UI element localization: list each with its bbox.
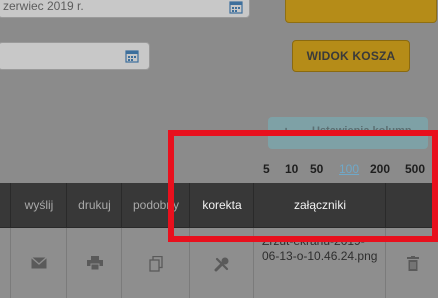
date-field-2[interactable] <box>0 42 150 70</box>
highlight-box <box>168 130 438 242</box>
trash-icon[interactable] <box>406 256 419 276</box>
yellow-action-button[interactable] <box>285 0 437 23</box>
envelope-icon[interactable] <box>31 256 47 274</box>
trash-view-button[interactable]: WIDOK KOSZA <box>292 40 410 72</box>
header-send[interactable]: wyślij <box>10 183 67 227</box>
row-cell-send <box>10 228 67 298</box>
calendar-icon[interactable] <box>229 0 243 17</box>
printer-icon[interactable] <box>86 256 103 275</box>
date-field[interactable]: zerwiec 2019 r. <box>0 0 250 18</box>
wrench-icon[interactable] <box>214 256 230 277</box>
calendar-icon[interactable] <box>125 49 139 68</box>
copy-icon[interactable] <box>149 255 163 277</box>
row-cell-empty <box>0 228 10 298</box>
header-print[interactable]: drukuj <box>66 183 122 227</box>
row-cell-print <box>66 228 122 298</box>
date-field-value: zerwiec 2019 r. <box>3 0 84 13</box>
header-cell-empty <box>0 183 10 227</box>
